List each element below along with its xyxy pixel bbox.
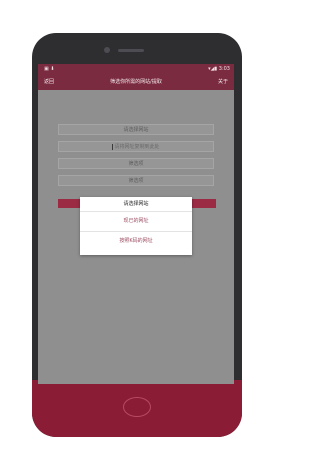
select-site-button[interactable]: 请选择网站 bbox=[58, 124, 214, 135]
dialog-option[interactable]: 按照K码的网址 bbox=[80, 232, 192, 251]
url-input-hint: 请将网址复制到此处 bbox=[114, 144, 160, 150]
dialog-option[interactable]: 现已的网址 bbox=[80, 212, 192, 231]
app-screen: ▣ ⬇ ▾◢▮ 3:03 返回 筛选你所需的网站/提取 关于 请选择网站 请将网… bbox=[38, 64, 234, 384]
filter-field-2[interactable]: 筛选项 bbox=[58, 175, 214, 186]
home-button[interactable] bbox=[123, 397, 151, 417]
front-camera bbox=[104, 47, 110, 53]
url-input[interactable]: 请将网址复制到此处 bbox=[58, 141, 214, 152]
earpiece-speaker bbox=[118, 49, 144, 52]
app-toolbar: 返回 筛选你所需的网站/提取 关于 bbox=[38, 74, 234, 90]
status-bar: ▣ ⬇ ▾◢▮ 3:03 bbox=[38, 64, 234, 74]
filter-field-1[interactable]: 筛选项 bbox=[58, 158, 214, 169]
status-right-info: ▾◢▮ 3:03 bbox=[208, 66, 230, 72]
dialog-title: 请选择网站 bbox=[123, 201, 149, 207]
toolbar-title: 筛选你所需的网站/提取 bbox=[110, 79, 162, 85]
about-button[interactable]: 关于 bbox=[218, 74, 228, 90]
status-left-icons: ▣ ⬇ bbox=[44, 66, 55, 72]
select-site-dialog: 请选择网站 现已的网址 按照K码的网址 bbox=[80, 197, 192, 255]
